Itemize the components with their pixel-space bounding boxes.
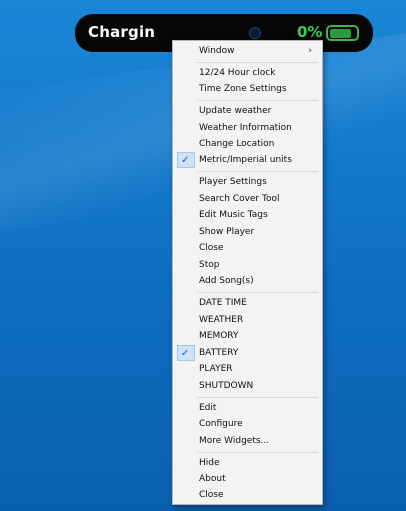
menu-item-more-widgets[interactable]: More Widgets... xyxy=(175,433,320,449)
menu-item-date-time[interactable]: DATE TIME xyxy=(175,295,320,311)
menu-item-label: MEMORY xyxy=(199,331,239,341)
menu-item-battery[interactable]: ✓ BATTERY xyxy=(175,345,320,361)
menu-item-label: About xyxy=(199,474,226,484)
menu-item-label: Update weather xyxy=(199,106,272,116)
menu-separator xyxy=(197,62,318,63)
menu-item-label: BATTERY xyxy=(199,348,239,358)
menu-item-about[interactable]: About xyxy=(175,471,320,487)
menu-separator xyxy=(197,452,318,453)
menu-item-label: Close xyxy=(199,490,224,500)
menu-item-close[interactable]: Close xyxy=(175,487,320,503)
menu-item-label: Metric/Imperial units xyxy=(199,155,292,165)
menu-separator xyxy=(197,292,318,293)
menu-item-label: Window xyxy=(199,46,235,56)
menu-item-label: Edit xyxy=(199,403,217,413)
menu-item-time-zone-settings[interactable]: Time Zone Settings xyxy=(175,81,320,97)
checked-indicator: ✓ xyxy=(177,152,195,168)
menu-item-label: WEATHER xyxy=(199,315,244,325)
menu-item-edit[interactable]: Edit xyxy=(175,400,320,416)
menu-item-add-songs[interactable]: Add Song(s) xyxy=(175,273,320,289)
menu-item-label: Time Zone Settings xyxy=(199,84,287,94)
menu-item-configure[interactable]: Configure xyxy=(175,416,320,432)
battery-level-fill xyxy=(330,29,351,38)
menu-item-stop[interactable]: Stop xyxy=(175,257,320,273)
menu-item-update-weather[interactable]: Update weather xyxy=(175,103,320,119)
menu-item-hide[interactable]: Hide xyxy=(175,455,320,471)
menu-item-weather[interactable]: WEATHER xyxy=(175,312,320,328)
menu-item-change-location[interactable]: Change Location xyxy=(175,136,320,152)
menu-item-label: Hide xyxy=(199,458,220,468)
checked-indicator: ✓ xyxy=(177,345,195,361)
menu-item-metric-imperial-units[interactable]: ✓ Metric/Imperial units xyxy=(175,152,320,168)
menu-item-label: More Widgets... xyxy=(199,436,270,446)
menu-item-label: Player Settings xyxy=(199,177,267,187)
menu-item-player-settings[interactable]: Player Settings xyxy=(175,174,320,190)
menu-item-player[interactable]: PLAYER xyxy=(175,361,320,377)
menu-item-close-player[interactable]: Close xyxy=(175,240,320,256)
menu-separator xyxy=(197,171,318,172)
menu-item-label: Close xyxy=(199,243,224,253)
menu-item-label: SHUTDOWN xyxy=(199,381,254,391)
menu-item-label: Add Song(s) xyxy=(199,276,254,286)
menu-separator xyxy=(197,100,318,101)
menu-item-show-player[interactable]: Show Player xyxy=(175,224,320,240)
menu-item-label: 12/24 Hour clock xyxy=(199,68,276,78)
widget-indicator-icon xyxy=(249,27,261,39)
checkmark-icon: ✓ xyxy=(181,348,190,359)
widget-title: Chargin xyxy=(88,23,156,41)
menu-item-edit-music-tags[interactable]: Edit Music Tags xyxy=(175,207,320,223)
battery-icon xyxy=(326,25,359,41)
menu-item-search-cover-tool[interactable]: Search Cover Tool xyxy=(175,191,320,207)
menu-item-label: Search Cover Tool xyxy=(199,194,280,204)
menu-item-label: Stop xyxy=(199,260,220,270)
menu-separator xyxy=(197,397,318,398)
menu-item-shutdown[interactable]: SHUTDOWN xyxy=(175,378,320,394)
context-menu: Window › 12/24 Hour clock Time Zone Sett… xyxy=(172,40,323,505)
submenu-arrow-icon: › xyxy=(308,46,312,56)
menu-item-label: Weather Information xyxy=(199,123,292,133)
menu-item-weather-information[interactable]: Weather Information xyxy=(175,120,320,136)
menu-item-label: Show Player xyxy=(199,227,255,237)
menu-item-label: Edit Music Tags xyxy=(199,210,268,220)
menu-item-label: Change Location xyxy=(199,139,275,149)
checkmark-icon: ✓ xyxy=(181,155,190,166)
menu-item-memory[interactable]: MEMORY xyxy=(175,328,320,344)
battery-percent: 0% xyxy=(297,23,323,41)
menu-item-label: DATE TIME xyxy=(199,298,247,308)
menu-item-label: PLAYER xyxy=(199,364,233,374)
menu-item-label: Configure xyxy=(199,419,243,429)
menu-item-12-24-hour-clock[interactable]: 12/24 Hour clock xyxy=(175,65,320,81)
menu-item-window[interactable]: Window › xyxy=(175,43,320,59)
